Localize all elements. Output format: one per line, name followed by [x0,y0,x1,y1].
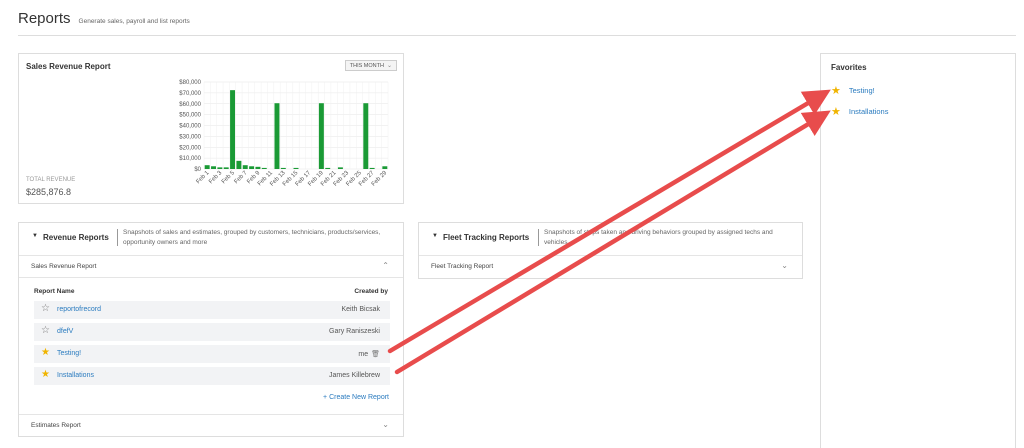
favorite-link[interactable]: Installations [849,107,889,116]
report-row[interactable]: ☆ reportofrecord Keith Bicsak [34,301,390,319]
report-row[interactable]: ☆ dfefV Gary Raniszeski [34,323,390,341]
report-owner: me 🗑 [358,350,380,359]
period-value: THIS MONTH [349,62,384,69]
report-name-link[interactable]: Testing! [57,350,81,357]
sales-revenue-subtitle[interactable]: Sales Revenue Report [31,263,96,270]
estimates-subtitle[interactable]: Estimates Report [31,422,81,429]
star-filled-icon[interactable]: ★ [831,105,841,118]
sales-revenue-subheader[interactable]: Sales Revenue Report ⌃ [19,256,403,278]
chart-bar[interactable] [230,90,236,169]
page-header: Reports Generate sales, payroll and list… [18,10,190,27]
chart-bar[interactable] [236,160,242,169]
revenue-reports-card: ▼ Revenue Reports Snapshots of sales and… [18,222,404,437]
page-subtitle: Generate sales, payroll and list reports [78,18,190,25]
fleet-subtitle[interactable]: Fleet Tracking Report [431,263,493,270]
y-tick-label: $20,000 [179,145,201,151]
favorite-item[interactable]: ★ Testing! [831,84,875,97]
chart-bar[interactable] [204,165,210,169]
sales-card-title: Sales Revenue Report [26,62,111,71]
fleet-section-title[interactable]: Fleet Tracking Reports [443,233,529,242]
revenue-section-description: Snapshots of sales and estimates, groupe… [123,229,381,246]
chart-bar[interactable] [242,165,248,169]
revenue-section-header[interactable]: ▼ Revenue Reports Snapshots of sales and… [19,223,403,256]
chart-bar[interactable] [217,167,223,169]
report-owner: Keith Bicsak [341,306,380,313]
star-outline-icon[interactable]: ☆ [41,325,50,336]
favorites-title: Favorites [831,63,867,72]
chart-bar[interactable] [211,166,216,169]
chart-bar[interactable] [255,166,261,169]
total-revenue-value: $285,876.8 [26,187,72,197]
chart-bar[interactable] [337,167,343,169]
y-tick-label: $80,000 [179,80,201,86]
chart-bar[interactable] [223,167,229,169]
create-new-report-link[interactable]: + Create New Report [323,394,389,401]
y-tick-label: $0 [194,167,201,173]
chevron-down-icon[interactable]: ⌄ [781,261,788,270]
y-tick-label: $50,000 [179,113,201,119]
owner-name: Gary Raniszeski [329,328,380,335]
favorite-item[interactable]: ★ Installations [831,105,888,118]
y-tick-label: $70,000 [179,91,201,97]
report-row[interactable]: ★ Installations James Killebrew [34,367,390,385]
report-name-link[interactable]: Installations [57,372,94,379]
total-revenue-label: TOTAL REVENUE [26,177,76,183]
chevron-down-icon[interactable]: ⌄ [382,420,389,429]
sales-chart: $80,000 $70,000 $60,000 $50,000 $40,000 $30,0… [179,80,388,188]
revenue-section-title[interactable]: Revenue Reports [43,233,109,242]
chevron-up-icon[interactable]: ⌃ [382,261,389,270]
star-filled-icon[interactable]: ★ [831,84,841,97]
fleet-section-header[interactable]: ▼ Fleet Tracking Reports Snapshots of st… [419,223,802,256]
owner-name: James Killebrew [329,372,380,379]
y-tick-label: $60,000 [179,102,201,108]
fleet-tracking-card: ▼ Fleet Tracking Reports Snapshots of st… [418,222,803,279]
report-owner: Gary Raniszeski [329,328,380,335]
section-divider [538,229,539,246]
section-divider [117,229,118,246]
header-divider [18,35,1016,36]
sales-revenue-card: Sales Revenue Report THIS MONTH ⌄ $80,00… [18,53,404,204]
page-title: Reports [18,10,71,27]
owner-name: me [358,350,369,358]
chevron-down-icon: ⌄ [386,63,392,69]
star-filled-icon[interactable]: ★ [41,369,50,380]
y-tick-label: $30,000 [179,134,201,140]
chart-bar[interactable] [369,167,375,169]
y-tick-label: $40,000 [179,124,201,130]
chart-bar[interactable] [280,167,286,169]
caret-down-icon[interactable]: ▼ [432,233,438,239]
caret-down-icon[interactable]: ▼ [32,233,38,239]
chart-bar[interactable] [249,166,255,169]
period-select[interactable]: THIS MONTH ⌄ [344,60,397,71]
chart-bar[interactable] [325,167,331,169]
chart-bar[interactable] [293,167,299,169]
y-tick-label: $10,000 [179,156,201,162]
report-name-link[interactable]: reportofrecord [57,306,101,313]
favorites-panel: Favorites ★ Testing! ★ Installations [820,53,1016,448]
chart-bar[interactable] [382,166,388,169]
fleet-section-description: Snapshots of stops taken and driving beh… [544,229,773,246]
chart-bar[interactable] [274,103,280,169]
chart-bar[interactable] [363,103,369,169]
chart-bar[interactable] [318,103,324,169]
report-name-link[interactable]: dfefV [57,328,73,335]
chart-bar[interactable] [261,167,267,169]
star-filled-icon[interactable]: ★ [41,347,50,358]
column-header-created-by: Created by [354,288,388,295]
column-header-report-name: Report Name [34,288,75,295]
report-owner: James Killebrew [329,372,380,379]
estimates-subheader[interactable]: Estimates Report ⌄ [19,414,403,436]
trash-icon[interactable]: 🗑 [371,350,380,358]
report-row[interactable]: ★ Testing! me 🗑 [34,345,390,363]
star-outline-icon[interactable]: ☆ [41,303,50,314]
fleet-subheader[interactable]: Fleet Tracking Report ⌄ [419,256,802,278]
favorite-link[interactable]: Testing! [849,86,875,95]
owner-name: Keith Bicsak [341,306,380,313]
